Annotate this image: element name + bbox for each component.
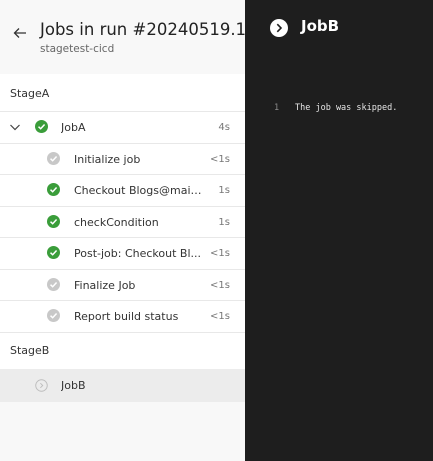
success-check-icon <box>47 214 60 228</box>
stage-label-stagea: StageA <box>10 87 50 100</box>
step-duration: <1s <box>210 153 230 165</box>
step-duration: <1s <box>210 248 230 259</box>
jobs-panel: Jobs in run #20240519.18 stagetest-cicd … <box>0 0 257 461</box>
skipped-step-icon <box>47 151 60 165</box>
step-row[interactable]: Report build status <1s <box>0 301 245 333</box>
log-text: The job was skipped. <box>295 103 398 113</box>
success-check-icon <box>47 246 60 259</box>
step-name: checkCondition <box>74 215 159 229</box>
run-tree: StageA JobA 4s Initialize job <1s Checko… <box>0 74 245 461</box>
job-name: JobA <box>61 121 86 134</box>
step-row[interactable]: checkCondition 1s <box>0 207 245 238</box>
skipped-job-icon <box>270 19 288 37</box>
stage-label-stageb: StageB <box>10 344 50 357</box>
job-row-joba[interactable]: JobA 4s <box>0 112 245 144</box>
panel-header: Jobs in run #20240519.18 stagetest-cicd <box>0 0 257 74</box>
step-name: Initialize job <box>74 152 141 166</box>
step-name: Checkout Blogs@main ... <box>74 184 202 197</box>
step-duration: 1s <box>218 216 230 228</box>
log-header: JobB <box>245 0 433 60</box>
skipped-step-icon <box>47 277 60 291</box>
job-row-jobb[interactable]: JobB <box>0 369 245 402</box>
log-title: JobB <box>301 17 340 35</box>
step-row[interactable]: Checkout Blogs@main ... 1s <box>0 175 245 207</box>
success-check-icon <box>35 120 48 133</box>
pipeline-name: stagetest-cicd <box>40 43 115 55</box>
page-title: Jobs in run #20240519.18 <box>40 20 257 39</box>
job-name: JobB <box>61 379 86 392</box>
success-check-icon <box>47 183 60 196</box>
job-duration: 4s <box>218 122 230 133</box>
step-name: Finalize Job <box>74 278 136 292</box>
log-line: 1 The job was skipped. <box>245 103 433 117</box>
step-row[interactable]: Finalize Job <1s <box>0 270 245 301</box>
step-duration: <1s <box>210 311 230 322</box>
step-name: Report build status <box>74 310 179 323</box>
back-arrow-icon[interactable] <box>12 25 28 41</box>
step-duration: <1s <box>210 279 230 291</box>
skipped-step-icon <box>47 309 60 322</box>
empty-area <box>0 402 245 461</box>
step-name: Post-job: Checkout Bl... <box>74 247 202 260</box>
chevron-down-icon[interactable] <box>9 121 21 133</box>
step-row[interactable]: Post-job: Checkout Bl... <1s <box>0 238 245 270</box>
step-duration: 1s <box>218 185 230 196</box>
step-row[interactable]: Initialize job <1s <box>0 144 245 175</box>
line-number: 1 <box>274 103 280 113</box>
job-log-panel: JobB 1 The job was skipped. <box>245 0 433 461</box>
skipped-job-icon <box>35 379 48 392</box>
